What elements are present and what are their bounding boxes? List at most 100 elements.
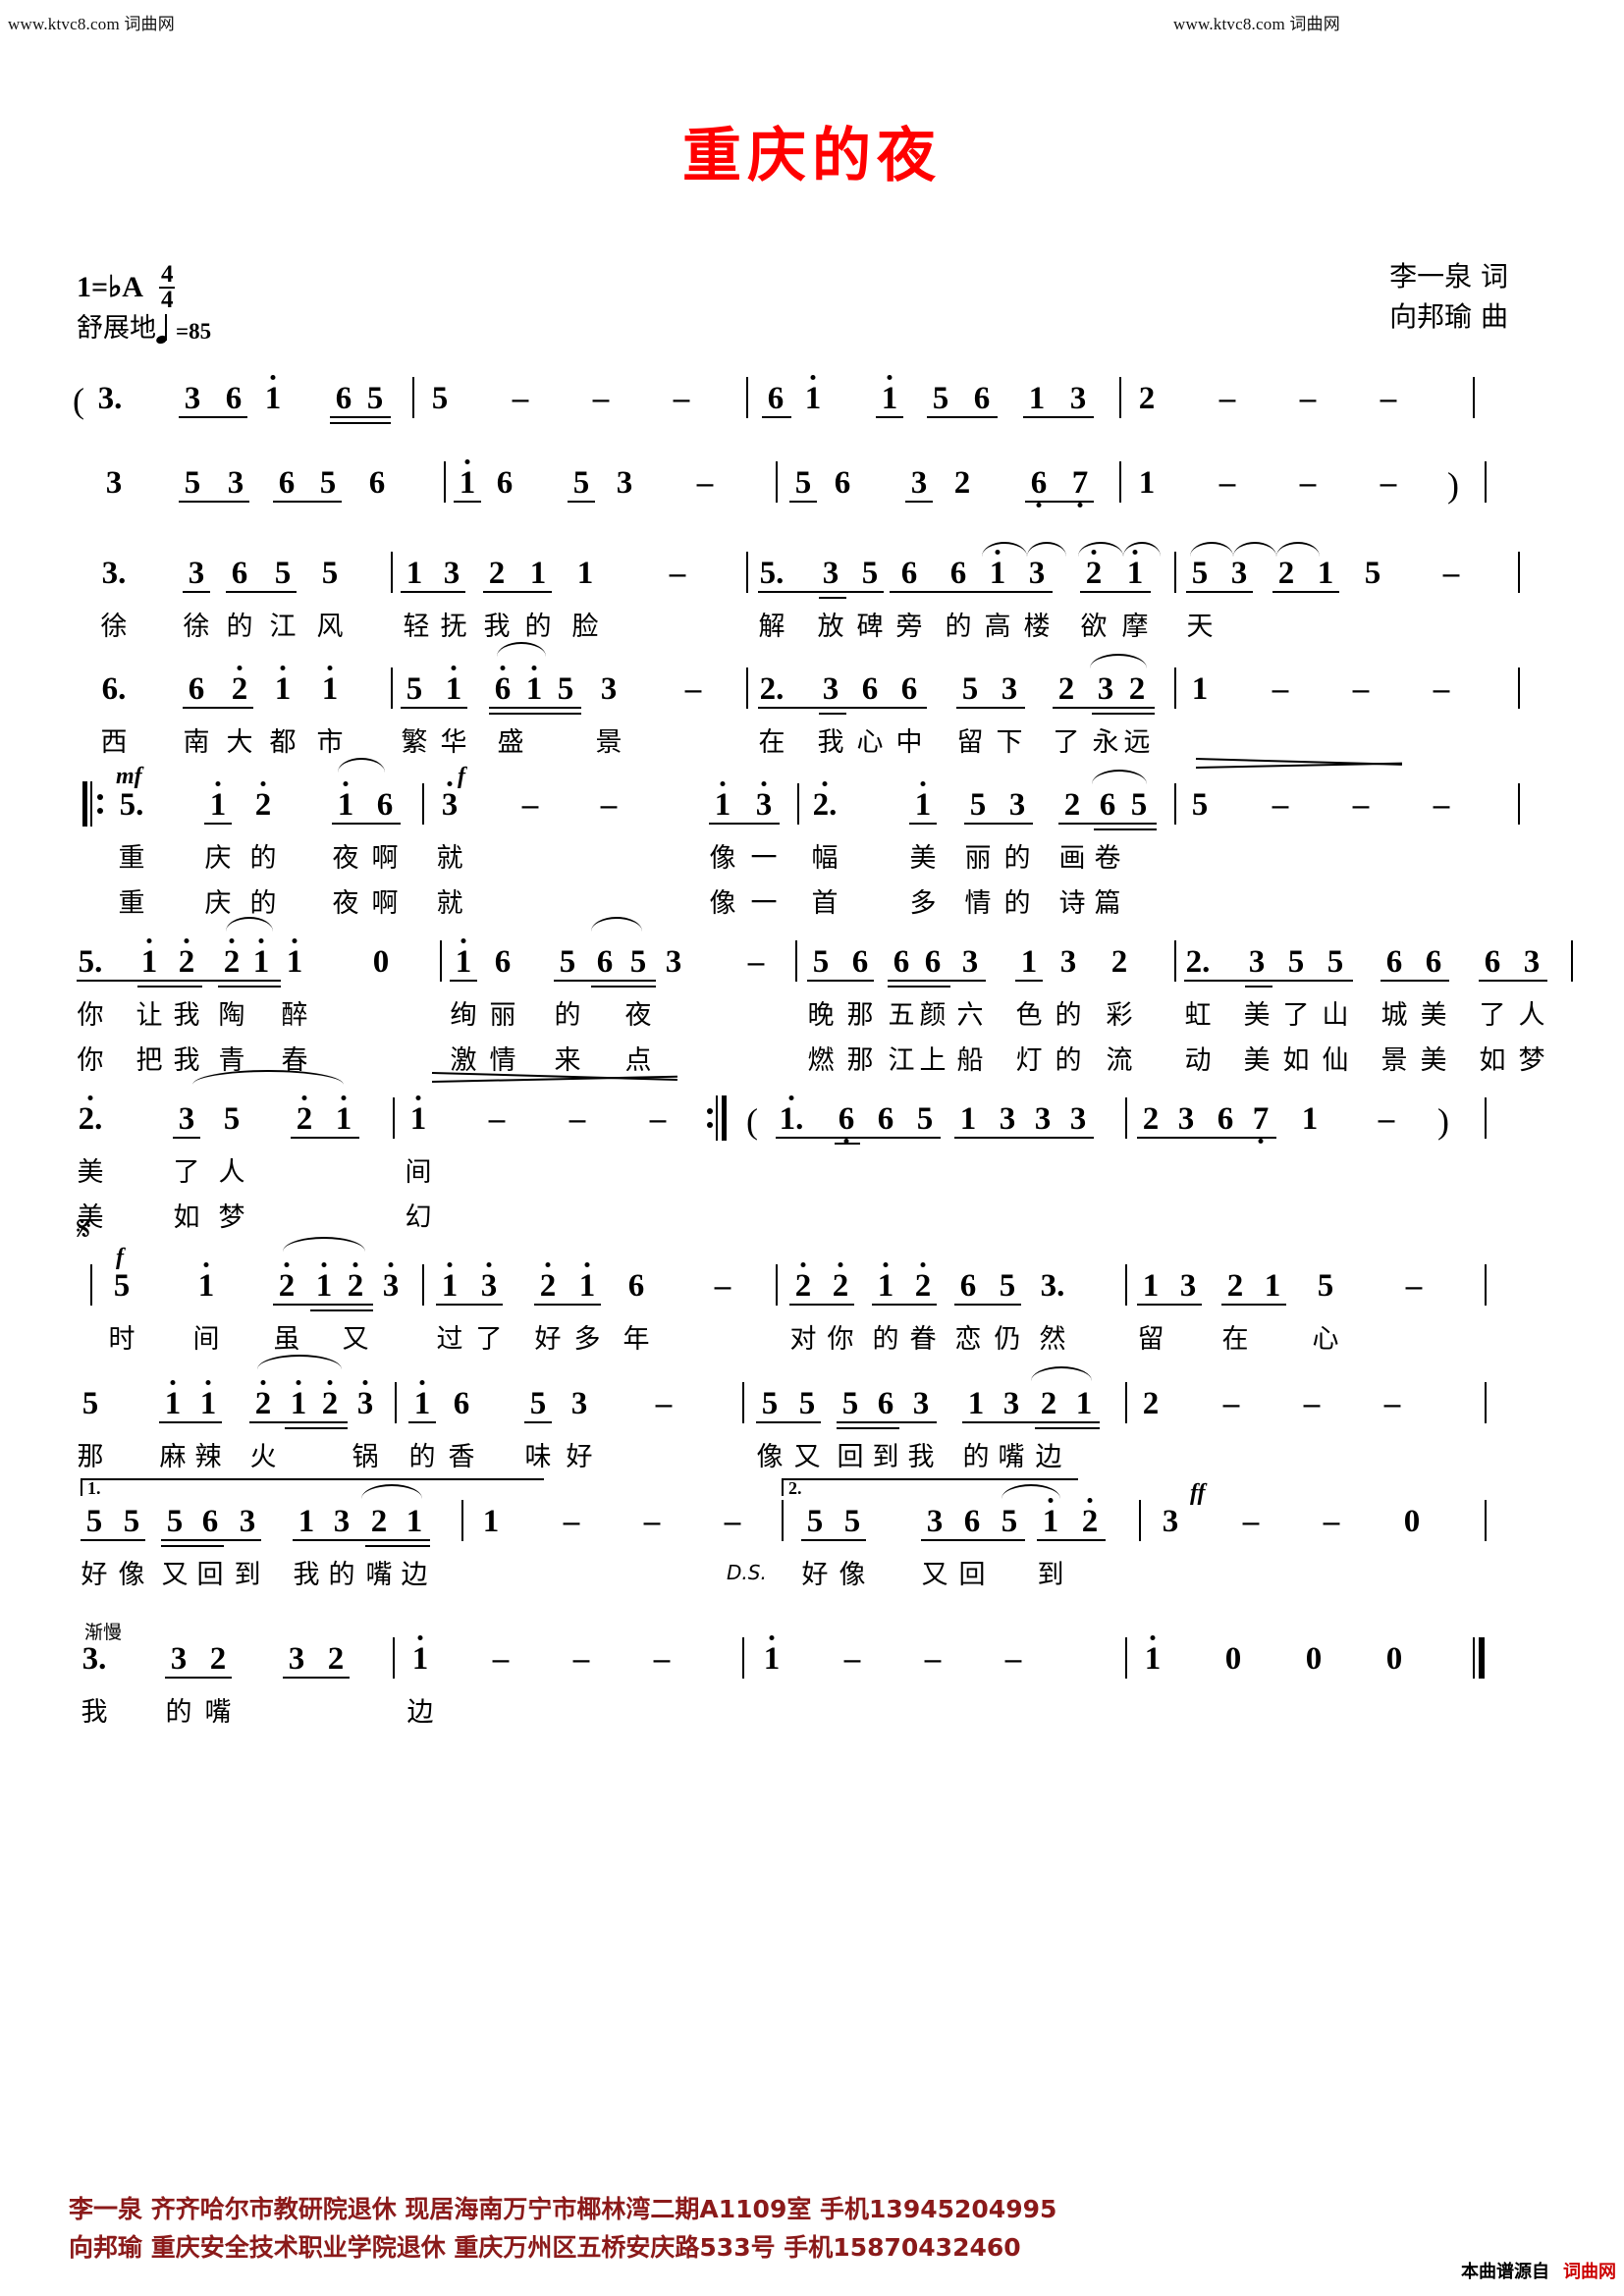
octave-dot-low	[1036, 503, 1042, 507]
beam	[1015, 980, 1043, 982]
octave-dot-high	[545, 1262, 551, 1267]
note-token: 2.	[1185, 944, 1211, 980]
octave-dot-high	[280, 666, 286, 670]
note-token: 5	[629, 944, 647, 980]
note-token: 3	[1002, 1386, 1020, 1421]
beam	[450, 980, 477, 982]
note-token: 1	[409, 1101, 427, 1137]
note-token: 3	[480, 1268, 498, 1304]
note-token: 5	[843, 1504, 861, 1539]
note-token: 2	[1040, 1386, 1057, 1421]
lyric-syllable: 动	[1184, 1045, 1212, 1076]
note-token: –	[1405, 1268, 1423, 1304]
note-token: 5.	[78, 944, 103, 980]
lyric-syllable: 人	[218, 1157, 245, 1188]
barline	[1139, 1500, 1141, 1541]
note-token: –	[673, 381, 690, 416]
note-token: 5	[274, 556, 292, 591]
note-line: 6. 6 2 1 1 5 1 6 1 5 3–2. 3 6 6 5 3 2 3 2 1– – –	[0, 642, 1624, 721]
note-token: 6	[900, 556, 918, 591]
note-token: 6	[834, 465, 851, 501]
note-token: –	[600, 787, 618, 823]
beam	[332, 823, 401, 825]
note-token: 3	[1008, 787, 1026, 823]
note-token: 1	[482, 1504, 500, 1539]
lyric-syllable: 脸	[571, 612, 599, 642]
barline	[444, 461, 446, 503]
octave-dot-high	[417, 1635, 423, 1640]
note-token: 5	[969, 787, 987, 823]
octave-dot-high	[260, 1380, 266, 1385]
note-token: 3	[356, 1386, 374, 1421]
note-token: 1	[252, 944, 270, 980]
lyric-syllable: 像	[709, 843, 736, 874]
note-token: 3	[178, 1101, 195, 1137]
beam	[204, 823, 232, 825]
lyric-syllable: 就	[436, 843, 463, 874]
beam	[1023, 416, 1094, 418]
octave-dot-high	[301, 1095, 307, 1100]
note-token: 2	[1063, 787, 1081, 823]
lyric-syllable: 味	[524, 1442, 552, 1472]
volta-bracket: 1.	[81, 1478, 544, 1498]
note-token: –	[512, 381, 529, 416]
note-token: 1	[877, 1268, 894, 1304]
note-token: 1	[525, 671, 543, 707]
note-token: 2	[370, 1504, 388, 1539]
note-token: –	[1433, 787, 1450, 823]
beam	[1094, 828, 1157, 830]
lyric-syllable: 眷	[909, 1324, 937, 1355]
barline	[1473, 377, 1475, 418]
note-token: 6	[376, 787, 394, 823]
note-token: 6	[963, 1504, 981, 1539]
lyric-syllable: 美	[77, 1157, 104, 1188]
lyric-syllable: 我	[817, 727, 844, 758]
note-token: 3.	[101, 556, 127, 591]
note-token: 1	[445, 671, 462, 707]
barline	[746, 552, 748, 593]
beam	[709, 823, 780, 825]
lyric-syllable: 六	[956, 1000, 984, 1031]
note-token: 2	[1277, 556, 1295, 591]
beam	[165, 1677, 232, 1679]
barline	[1119, 461, 1121, 503]
lyric-syllable: 锅	[352, 1442, 379, 1472]
note-token: 3	[1230, 556, 1248, 591]
note-token: 5	[1191, 556, 1209, 591]
note-token: 3	[1059, 944, 1077, 980]
lyric-syllable: 的	[408, 1442, 436, 1472]
note-token: –	[1352, 671, 1370, 707]
barline	[797, 783, 799, 825]
tempo-style-label: 舒展地	[77, 313, 156, 344]
note-token: 0	[1224, 1641, 1242, 1677]
beam	[293, 1539, 430, 1541]
note-token: 6	[453, 1386, 470, 1421]
lyric-line: 那麻辣火锅的香味好像又回到我的嘴边	[0, 1435, 1624, 1480]
quarter-note-icon	[155, 314, 172, 346]
beam	[1037, 1539, 1106, 1541]
lyric-syllable: 流	[1106, 1045, 1133, 1076]
lyric-syllable: 年	[623, 1324, 650, 1355]
octave-dot-high	[343, 781, 349, 786]
beam	[962, 1421, 1100, 1423]
source-site: 词曲网	[1563, 2262, 1616, 2282]
beam	[534, 1304, 601, 1306]
lyric-syllable: 燃	[807, 1045, 835, 1076]
barline	[412, 377, 414, 418]
lyric-syllable: 陶	[218, 1000, 245, 1031]
octave-dot-high	[203, 1262, 209, 1267]
lyric-syllable: 江	[888, 1045, 915, 1076]
score-system: 3. 3 2 3 2 1– – –1– – –1 0 0 0 渐慢我的嘴边	[0, 1622, 1624, 1751]
score-system: mf 5. 1 2 1 6 f 3– –1 3 2. 1 5 3 2 6 5 5– – – 重庆的夜啊就像一幅美丽的画卷…	[0, 758, 1624, 936]
octave-dot-high	[388, 1262, 394, 1267]
note-token: 3	[227, 465, 244, 501]
note-token: –	[568, 1101, 586, 1137]
beam	[954, 1137, 1094, 1139]
note-token: 5	[81, 1386, 99, 1421]
lyric-syllable: 的	[249, 843, 277, 874]
note-token: 6	[973, 381, 991, 416]
final-barline	[1473, 1637, 1487, 1679]
octave-dot-high	[788, 1095, 794, 1100]
lyric-syllable: 的	[554, 1000, 581, 1031]
note-token: 5	[559, 944, 576, 980]
